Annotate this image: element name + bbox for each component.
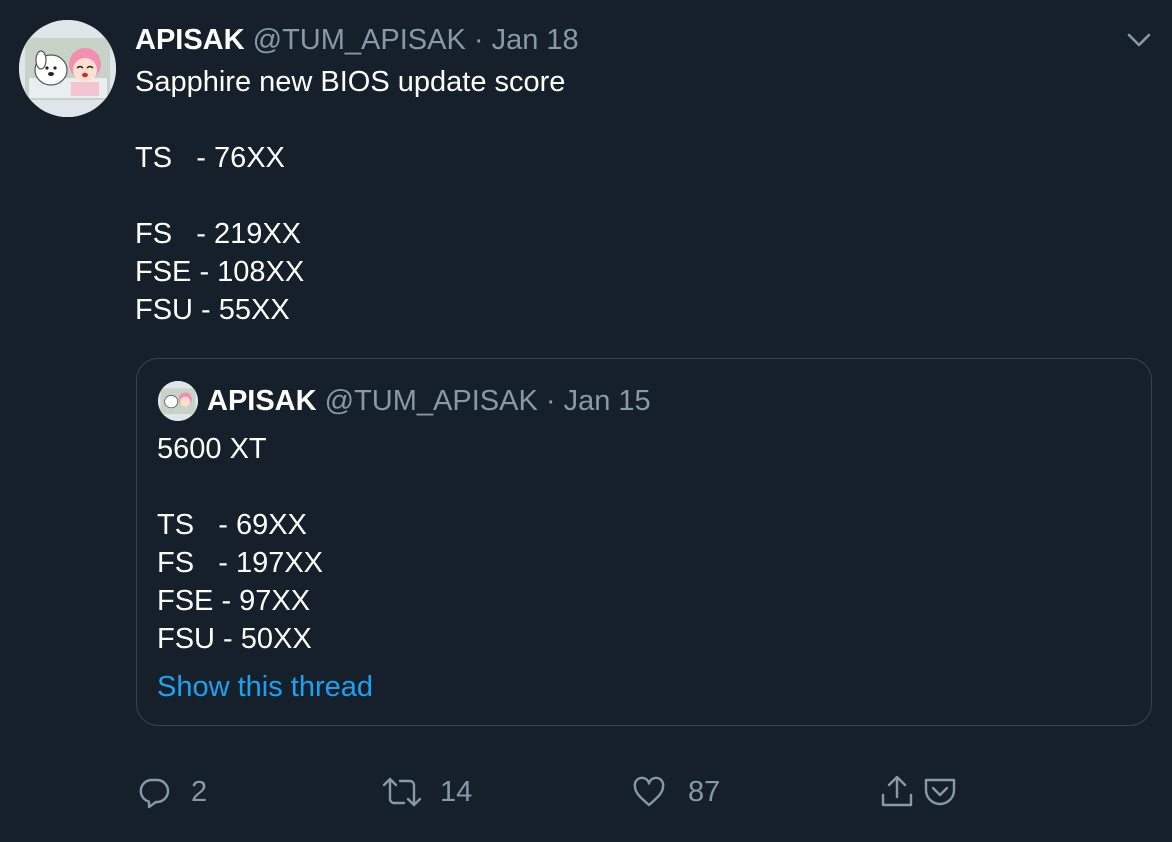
like-button[interactable]: 87 <box>632 772 720 812</box>
tweet-date[interactable]: Jan 18 <box>492 24 579 56</box>
tweet: APISAK @TUM_APISAK · Jan 18 Sapphire new… <box>0 0 1172 842</box>
share-icon <box>881 775 913 807</box>
avatar-illustration <box>19 20 116 117</box>
avatar[interactable] <box>19 20 116 117</box>
quoted-author-name: APISAK <box>207 385 317 417</box>
author-handle[interactable]: @TUM_APISAK <box>253 24 466 56</box>
heart-icon <box>633 776 665 807</box>
retweet-icon <box>382 777 422 807</box>
reply-count: 2 <box>191 775 208 808</box>
quoted-tweet-header: APISAK @TUM_APISAK · Jan 15 <box>207 383 651 419</box>
pocket-icon <box>924 778 956 806</box>
retweet-count: 14 <box>440 775 473 808</box>
quoted-tweet-date: Jan 15 <box>563 385 651 417</box>
retweet-button[interactable]: 14 <box>382 772 472 812</box>
quoted-tweet-text: 5600 XT TS - 69XX FS - 197XX FSE - 97XX … <box>157 433 324 655</box>
like-count: 87 <box>688 775 721 808</box>
author-name[interactable]: APISAK <box>135 24 245 56</box>
quoted-header-separator: · <box>545 385 556 417</box>
quoted-avatar[interactable] <box>158 381 198 421</box>
tweet-text: Sapphire new BIOS update score TS - 76XX… <box>135 66 566 326</box>
reply-button[interactable]: 2 <box>137 772 207 812</box>
pocket-button[interactable] <box>922 772 958 812</box>
show-thread-link[interactable]: Show this thread <box>157 669 373 705</box>
reply-icon <box>139 778 170 809</box>
share-button[interactable] <box>879 772 915 812</box>
quoted-author-handle: @TUM_APISAK <box>324 385 538 417</box>
quoted-tweet[interactable]: APISAK @TUM_APISAK · Jan 15 5600 XT TS -… <box>136 358 1152 726</box>
header-separator: · <box>473 24 484 56</box>
chevron-down-icon[interactable] <box>1124 28 1154 52</box>
tweet-header: APISAK @TUM_APISAK · Jan 18 <box>135 22 579 58</box>
quoted-avatar-illustration <box>158 381 198 421</box>
